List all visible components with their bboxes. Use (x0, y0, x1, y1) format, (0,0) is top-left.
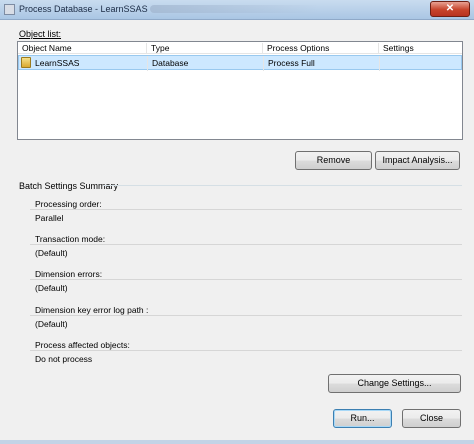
dimension-key-error-log-path-label: Dimension key error log path : (35, 305, 149, 315)
process-affected-objects-label: Process affected objects: (35, 340, 130, 350)
remove-button[interactable]: Remove (295, 151, 372, 170)
table-row[interactable]: LearnSSAS Database Process Full (18, 55, 462, 71)
processing-order-value: Parallel (35, 213, 64, 223)
processing-order-label: Processing order: (35, 199, 102, 209)
dimension-key-error-log-path-value: (Default) (35, 319, 68, 329)
run-button[interactable]: Run... (333, 409, 392, 428)
property-divider (30, 350, 462, 351)
transaction-mode-value: (Default) (35, 248, 68, 258)
column-separator (147, 56, 148, 71)
title-bar: Process Database - LearnSSAS ✕ (0, 0, 474, 20)
column-separator (263, 56, 264, 71)
window-app-icon (4, 4, 15, 15)
dimension-errors-label: Dimension errors: (35, 269, 103, 279)
batch-settings-title: Batch Settings Summary (19, 181, 119, 191)
close-icon: ✕ (445, 3, 455, 14)
close-button[interactable]: Close (402, 409, 461, 428)
column-separator (379, 56, 380, 71)
row-object-name: LearnSSAS (35, 58, 80, 68)
object-list[interactable]: Object Name Type Process Options Setting… (17, 41, 463, 140)
process-affected-objects-value: Do not process (35, 354, 93, 364)
column-header-settings[interactable]: Settings (379, 43, 462, 54)
window-title: Process Database - LearnSSAS (19, 4, 148, 14)
property-divider (30, 244, 462, 245)
impact-analysis-button[interactable]: Impact Analysis... (375, 151, 460, 170)
row-type: Database (152, 58, 189, 68)
title-bar-blur (150, 5, 320, 13)
database-folder-icon (21, 57, 31, 68)
property-divider (30, 315, 462, 316)
column-header-type[interactable]: Type (147, 43, 263, 54)
object-list-label: Object list: (19, 29, 62, 39)
group-divider (103, 185, 462, 186)
window-bottom-border (0, 440, 474, 444)
column-header-object-name[interactable]: Object Name (18, 43, 147, 54)
dimension-errors-value: (Default) (35, 283, 68, 293)
object-list-header: Object Name Type Process Options Setting… (18, 42, 462, 54)
change-settings-button[interactable]: Change Settings... (328, 374, 461, 393)
column-header-process-options[interactable]: Process Options (263, 43, 379, 54)
transaction-mode-label: Transaction mode: (35, 234, 106, 244)
window-close-button[interactable]: ✕ (430, 1, 470, 17)
row-process-option[interactable]: Process Full (268, 58, 315, 68)
property-divider (30, 279, 462, 280)
property-divider (30, 209, 462, 210)
